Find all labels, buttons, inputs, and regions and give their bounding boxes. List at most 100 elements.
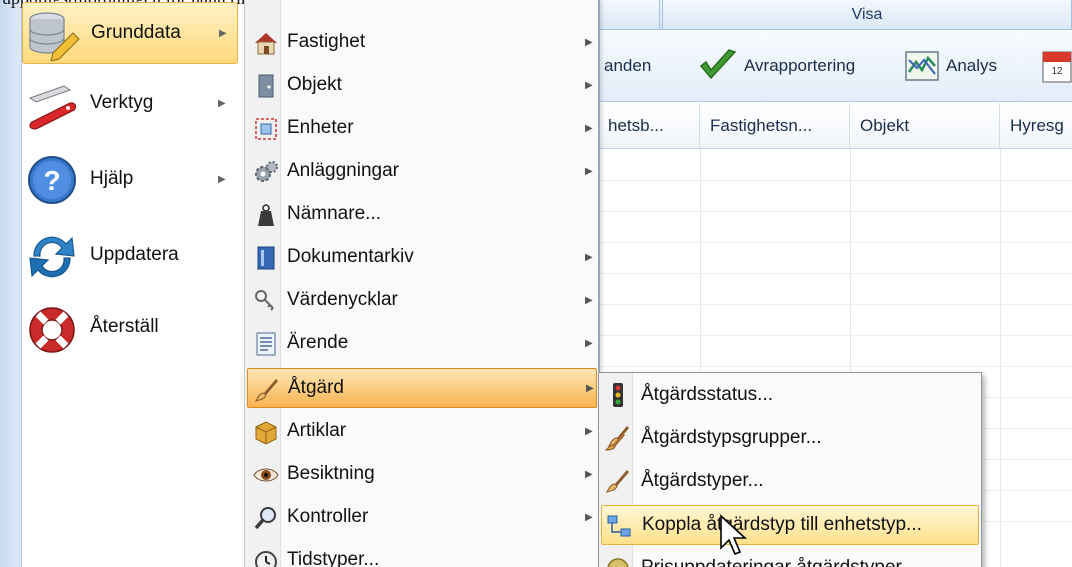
submenu-item-vardenycklar[interactable]: Värdenycklar ▶ [247, 280, 597, 320]
submenu-item-label: Besiktning [287, 463, 375, 484]
submenu-item-label: Dokumentarkiv [287, 246, 414, 267]
calendar-icon: 12 [1042, 51, 1072, 83]
house-icon [255, 33, 277, 55]
package-icon [255, 421, 277, 445]
grid-header: hetsb... Fastighetsn... Objekt Hyresg [598, 103, 1072, 149]
brush-icon [606, 470, 629, 493]
submenu-item-label: Värdenycklar [287, 289, 398, 310]
ribbon-button-calendar[interactable]: 12 [1042, 48, 1072, 84]
submenu-arrow-icon: ▶ [585, 36, 593, 48]
refresh-icon [29, 236, 75, 278]
menu-item-grunddata[interactable]: Grunddata ▶ [22, 2, 238, 64]
menu-item-label: Hjälp [90, 168, 134, 189]
submenu-item-besiktning[interactable]: Besiktning ▶ [247, 454, 597, 494]
flyout-item-atgardstypsgrupper[interactable]: Åtgärdstypsgrupper... [601, 418, 979, 458]
menu-item-hjalp[interactable]: ? Hjälp ▶ [22, 148, 238, 210]
ribbon-button-anden[interactable]: anden [604, 48, 651, 84]
submenu-arrow-icon: ▶ [218, 97, 226, 109]
ribbon-button-analys[interactable]: Analys [904, 48, 997, 84]
submenu-item-fastighet[interactable]: Fastighet ▶ [247, 22, 597, 62]
submenu-item-tidstyper[interactable]: Tidstyper... [247, 540, 597, 567]
flyout-item-atgardsstatus[interactable]: Åtgärdsstatus... [601, 375, 979, 415]
submenu-item-label: Artiklar [287, 420, 347, 441]
ribbon-toolbar: anden Avrapportering Analys 12 [598, 30, 1072, 102]
flyout-item-label: Åtgärdstyper... [641, 470, 764, 491]
flyout-item-prisuppdateringar[interactable]: Prisuppdateringar åtgärdstyper [601, 548, 979, 567]
link-icon [607, 515, 631, 537]
menu-item-label: Grunddata [91, 22, 181, 43]
submenu-item-atgard[interactable]: Åtgärd ▶ [247, 368, 597, 408]
submenu-arrow-icon: ▶ [585, 468, 593, 480]
flyout-item-label: Åtgärdsstatus... [641, 384, 774, 405]
ribbon-button-label: Avrapportering [744, 56, 856, 75]
svg-text:12: 12 [1051, 66, 1063, 77]
flyout-item-label: Prisuppdateringar åtgärdstyper [641, 557, 902, 567]
database-icon [29, 12, 80, 61]
menu-border-strip [0, 0, 22, 567]
menu-item-label: Återställ [90, 316, 159, 337]
submenu-item-kontroller[interactable]: Kontroller ▶ [247, 497, 597, 537]
magnifier-icon [254, 507, 276, 530]
submenu-item-dokumentarkiv[interactable]: Dokumentarkiv ▶ [247, 237, 597, 277]
ribbon-tab-left[interactable] [598, 0, 660, 30]
submenu-item-label: Ärende [287, 332, 349, 353]
ribbon-tab-visa[interactable]: Visa [662, 0, 1072, 30]
submenu-arrow-icon: ▶ [585, 79, 593, 91]
submenu-arrow-icon: ▶ [585, 425, 593, 437]
column-header[interactable]: hetsb... [598, 103, 700, 149]
application-menu: uppdragstillordningen for hanteringstype… [0, 0, 417, 567]
submenu-arrow-icon: ▶ [585, 122, 593, 134]
units-icon [255, 118, 277, 140]
submenu-arrow-icon: ▶ [586, 382, 594, 394]
column-header[interactable]: Fastighetsn... [700, 103, 850, 149]
flyout-item-label: Åtgärdstypsgrupper... [641, 427, 822, 448]
submenu-item-anlaggningar[interactable]: Anläggningar ▶ [247, 151, 597, 191]
document-icon [256, 332, 276, 356]
submenu-arrow-icon: ▶ [219, 27, 227, 39]
flyout-item-label: Koppla åtgärdstyp till enhetstyp... [642, 514, 922, 535]
submenu-item-label: Enheter [287, 117, 354, 138]
checkmark-icon [699, 49, 737, 80]
submenu-item-label: Åtgärd [288, 377, 344, 398]
coin-icon [607, 558, 629, 567]
ribbon-tab-bar: Visa [598, 0, 1072, 30]
submenu-arrow-icon: ▶ [585, 511, 593, 523]
submenu-arrow-icon: ▶ [218, 173, 226, 185]
submenu-arrow-icon: ▶ [585, 251, 593, 263]
menu-item-uppdatera[interactable]: Uppdatera [22, 224, 238, 286]
menu-item-verktyg[interactable]: Verktyg ▶ [22, 72, 238, 134]
clock-icon [255, 551, 277, 567]
submenu-item-label: Objekt [287, 74, 342, 95]
column-header[interactable]: Objekt [850, 103, 1000, 149]
submenu-item-arende[interactable]: Ärende ▶ [247, 323, 597, 363]
ribbon-button-avrapportering[interactable]: Avrapportering [698, 48, 855, 84]
submenu-item-label: Tidstyper... [287, 549, 380, 567]
column-header-label: Hyresg [1010, 116, 1064, 135]
submenu-item-enheter[interactable]: Enheter ▶ [247, 108, 597, 148]
submenu-item-namnare[interactable]: Nämnare... [247, 194, 597, 234]
submenu-item-label: Kontroller [287, 506, 369, 527]
submenu-arrow-icon: ▶ [585, 337, 593, 349]
traffic-light-icon [613, 383, 623, 407]
column-header-label: hetsb... [608, 116, 664, 135]
mouse-cursor-icon [720, 514, 748, 556]
menu-item-label: Uppdatera [90, 244, 179, 265]
flyout-item-koppla-atgardstyp[interactable]: Koppla åtgärdstyp till enhetstyp... [601, 505, 979, 545]
door-icon [258, 74, 274, 98]
submenu-item-artiklar[interactable]: Artiklar ▶ [247, 411, 597, 451]
ribbon-button-label: Analys [946, 56, 998, 75]
brush-icon [255, 379, 278, 402]
column-header[interactable]: Hyresg [1000, 103, 1072, 149]
flyout-item-atgardstyper[interactable]: Åtgärdstyper... [601, 461, 979, 501]
menu-item-aterstall[interactable]: Återställ [22, 296, 238, 358]
eye-icon [253, 468, 279, 482]
submenu-item-objekt[interactable]: Objekt ▶ [247, 65, 597, 105]
weight-icon [258, 204, 274, 226]
column-header-label: Fastighetsn... [710, 116, 813, 135]
submenu-item-label: Nämnare... [287, 203, 381, 224]
submenu-arrow-icon: ▶ [585, 165, 593, 177]
swiss-knife-icon [28, 85, 77, 130]
gears-icon [255, 161, 278, 182]
brushes-icon [605, 426, 629, 451]
atgard-flyout-menu: Åtgärdsstatus... Åtgärdstypsgrupper... Å… [598, 372, 982, 567]
